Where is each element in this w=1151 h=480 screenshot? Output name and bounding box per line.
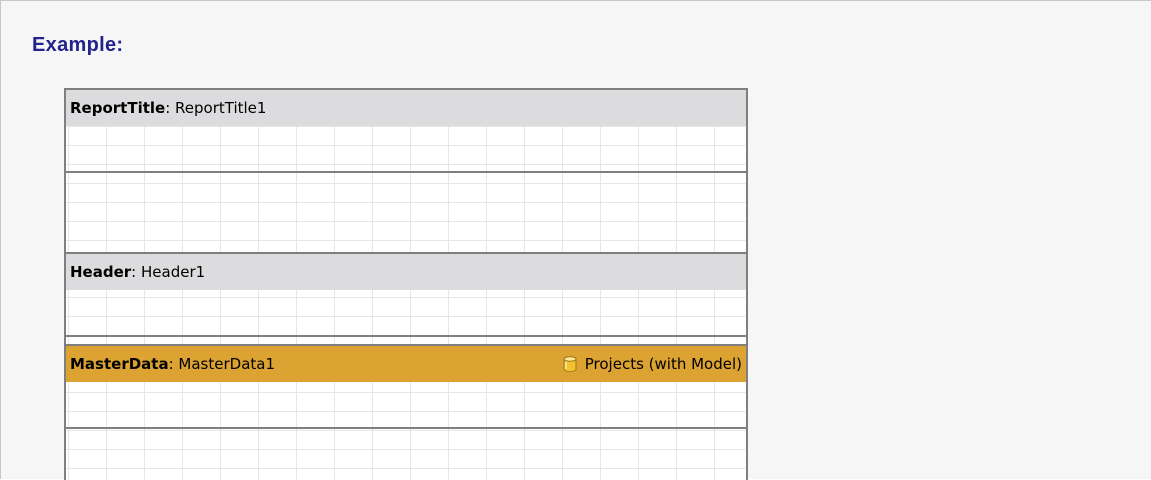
- band-name-label: MasterData1: [178, 355, 276, 373]
- band-separator: :: [168, 355, 179, 373]
- band-type-label: ReportTitle: [70, 99, 166, 117]
- band-datasource[interactable]: Projects (with Model): [563, 346, 742, 382]
- example-panel: Example: ReportTitle: ReportTitle1 Heade…: [0, 0, 1151, 480]
- band-type-label: MasterData: [70, 355, 169, 373]
- band-header-master-data[interactable]: MasterData: MasterData1 Projects (with M…: [66, 346, 746, 382]
- report-designer-canvas[interactable]: ReportTitle: ReportTitle1 Header: Header…: [64, 88, 748, 480]
- band-header-report-title[interactable]: ReportTitle: ReportTitle1: [66, 90, 746, 126]
- example-heading: Example:: [32, 34, 124, 56]
- band-separator: :: [165, 99, 176, 117]
- datasource-label: Projects (with Model): [584, 355, 742, 373]
- band-master-data[interactable]: MasterData: MasterData1 Projects (with M…: [66, 344, 746, 429]
- band-type-label: Header: [70, 263, 132, 281]
- band-header[interactable]: Header: Header1: [66, 252, 746, 337]
- database-icon: [563, 355, 577, 372]
- band-report-title[interactable]: ReportTitle: ReportTitle1: [66, 88, 746, 173]
- band-header-header[interactable]: Header: Header1: [66, 254, 746, 290]
- band-name-label: Header1: [141, 263, 206, 281]
- band-name-label: ReportTitle1: [175, 99, 267, 117]
- band-separator: :: [131, 263, 141, 281]
